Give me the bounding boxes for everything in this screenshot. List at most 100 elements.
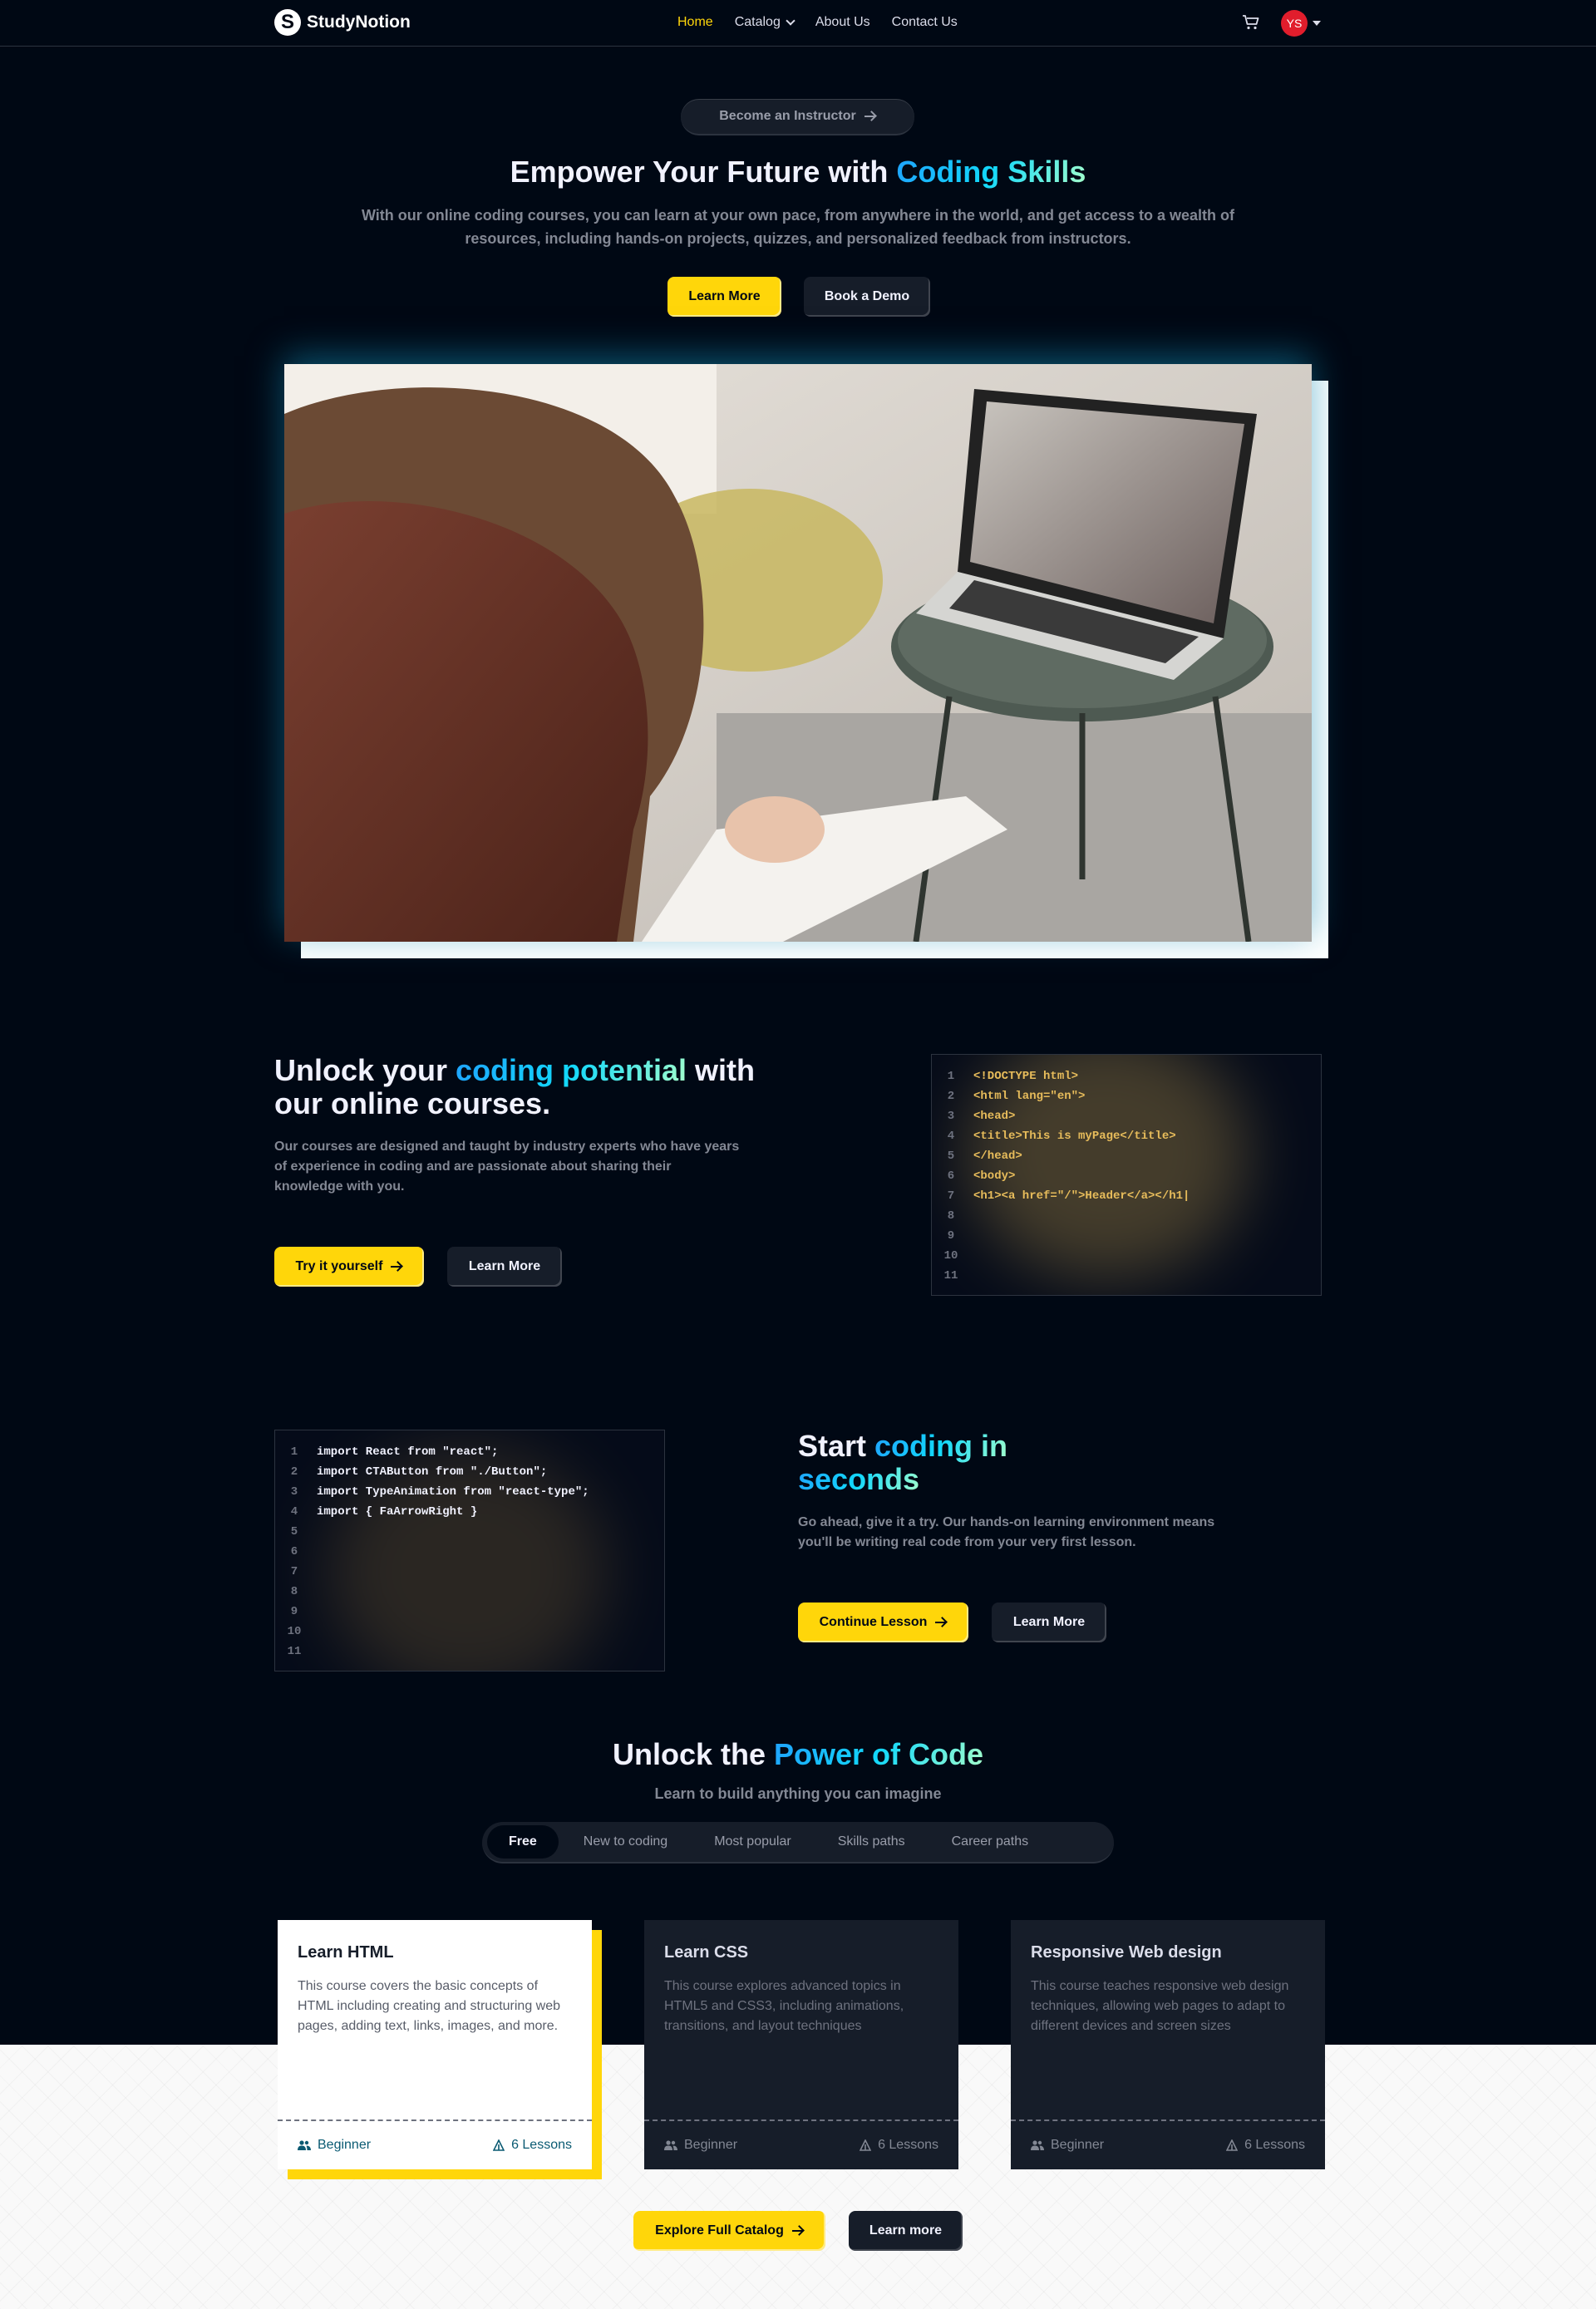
section2-title: Start coding in seconds — [798, 1430, 1147, 1496]
code-line: <html lang="en"> — [973, 1090, 1086, 1103]
logo-mark-icon: S — [274, 9, 301, 36]
nav-link-contact[interactable]: Contact Us — [892, 15, 958, 30]
avatar[interactable]: YS — [1281, 10, 1308, 37]
line-number: 3 — [290, 1485, 298, 1499]
line-number: 6 — [290, 1545, 298, 1558]
line-number: 9 — [947, 1229, 955, 1243]
lessons-tree-icon — [860, 2139, 872, 2151]
logo[interactable]: S StudyNotion — [274, 9, 411, 36]
line-number: 4 — [947, 1130, 955, 1143]
course-level-label: Beginner — [318, 2138, 372, 2152]
tab-new-to-coding[interactable]: New to coding — [562, 1825, 689, 1859]
course-card-description: This course explores advanced topics in … — [664, 1979, 904, 2033]
code-line-numbers: 1 2 3 4 5 6 7 8 9 10 11 — [940, 1066, 962, 1295]
tab-most-popular[interactable]: Most popular — [692, 1825, 813, 1859]
course-lessons-label: 6 Lessons — [878, 2138, 938, 2152]
become-instructor-button[interactable]: Become an Instructor — [681, 99, 914, 135]
code-line-numbers: 1 2 3 4 5 6 7 8 9 10 11 — [283, 1442, 305, 1671]
course-lessons-label: 6 Lessons — [511, 2138, 572, 2152]
section1-title-b: with — [687, 1053, 756, 1087]
line-number: 10 — [943, 1249, 958, 1263]
nav-link-about[interactable]: About Us — [815, 15, 870, 30]
course-lessons-label: 6 Lessons — [1244, 2138, 1305, 2152]
course-card-footer: Beginner 6 Lessons — [644, 2119, 958, 2169]
code-line: <h1><a href="/">Header</a></h1| — [973, 1189, 1190, 1203]
course-card-title: Learn HTML — [298, 1943, 394, 1962]
tab-skills-paths[interactable]: Skills paths — [816, 1825, 927, 1859]
hero-title-plain: Empower Your Future with — [510, 155, 897, 189]
book-demo-button[interactable]: Book a Demo — [804, 277, 930, 317]
line-number: 6 — [947, 1169, 955, 1183]
code-text: import React from "react"; import CTAButt… — [305, 1442, 589, 1671]
code-line: <body> — [973, 1169, 1016, 1183]
line-number: 1 — [947, 1070, 955, 1083]
course-lessons: 6 Lessons — [1226, 2138, 1305, 2153]
section2-title-a: Start — [798, 1429, 875, 1463]
section2-title-highlight2: seconds — [798, 1462, 920, 1496]
explore-catalog-button[interactable]: Explore Full Catalog — [633, 2211, 825, 2251]
nav-link-catalog[interactable]: Catalog — [734, 15, 796, 30]
course-card-footer: Beginner 6 Lessons — [1011, 2119, 1325, 2169]
section1-text: Our courses are designed and taught by i… — [274, 1140, 740, 1194]
code-line: import CTAButton from "./Button"; — [317, 1465, 548, 1479]
section1-learn-more-button[interactable]: Learn More — [447, 1247, 562, 1287]
line-number: 8 — [947, 1209, 955, 1223]
code-line: import { FaArrowRight } — [317, 1505, 478, 1519]
line-number: 7 — [947, 1189, 955, 1203]
hero-video[interactable] — [284, 364, 1312, 942]
nav-link-home[interactable]: Home — [677, 15, 713, 30]
power-subtitle: Learn to build anything you can imagine — [654, 1785, 942, 1802]
users-icon — [298, 2140, 311, 2150]
hero-learn-more-button[interactable]: Learn More — [667, 277, 781, 317]
line-number: 7 — [290, 1565, 298, 1578]
hero-subtitle: With our online coding courses, you can … — [361, 207, 1235, 247]
navbar: S StudyNotion Home Catalog About Us Cont… — [0, 0, 1596, 47]
course-card-footer: Beginner 6 Lessons — [278, 2119, 592, 2169]
line-number: 3 — [947, 1110, 955, 1123]
become-instructor-label: Become an Instructor — [719, 109, 856, 123]
chevron-down-icon — [786, 16, 796, 26]
lessons-tree-icon — [493, 2139, 505, 2151]
arrow-right-icon — [864, 111, 876, 121]
tab-career-paths[interactable]: Career paths — [930, 1825, 1051, 1859]
cart-icon[interactable] — [1242, 14, 1260, 31]
course-card-title: Learn CSS — [664, 1943, 749, 1962]
hero-title: Empower Your Future with Coding Skills — [0, 155, 1596, 190]
code-block-react: 1 2 3 4 5 6 7 8 9 10 11 import React from "react";… — [274, 1430, 665, 1671]
course-card-description: This course teaches responsive web desig… — [1031, 1979, 1289, 2033]
section1-title-c: our online courses. — [274, 1086, 551, 1120]
course-card-css[interactable]: Learn CSS This course explores advanced … — [644, 1920, 958, 2169]
course-lessons: 6 Lessons — [493, 2138, 572, 2153]
hero-title-highlight: Coding Skills — [896, 155, 1086, 189]
code-line: <title>This is myPage</title> — [973, 1130, 1176, 1143]
caret-down-icon[interactable] — [1313, 21, 1321, 26]
arrow-right-icon — [791, 2226, 804, 2236]
continue-lesson-button[interactable]: Continue Lesson — [798, 1603, 968, 1642]
course-level: Beginner — [298, 2138, 371, 2153]
course-level-label: Beginner — [1051, 2138, 1105, 2152]
course-card-responsive[interactable]: Responsive Web design This course teache… — [1011, 1920, 1325, 2169]
logo-text: StudyNotion — [307, 12, 411, 32]
catalog-learn-more-button[interactable]: Learn more — [849, 2211, 963, 2251]
code-line: </head> — [973, 1150, 1022, 1163]
users-icon — [1031, 2140, 1044, 2150]
explore-catalog-label: Explore Full Catalog — [655, 2223, 784, 2238]
section1-title-highlight: coding potential — [456, 1053, 687, 1087]
line-number: 11 — [287, 1645, 302, 1658]
line-number: 1 — [290, 1445, 298, 1459]
try-it-yourself-button[interactable]: Try it yourself — [274, 1247, 424, 1287]
section1-title: Unlock your coding potential with our on… — [274, 1054, 806, 1120]
continue-lesson-label: Continue Lesson — [819, 1615, 928, 1629]
tab-free[interactable]: Free — [487, 1825, 559, 1859]
course-card-html[interactable]: Learn HTML This course covers the basic … — [278, 1920, 592, 2169]
line-number: 11 — [943, 1269, 958, 1283]
section2-learn-more-button[interactable]: Learn More — [992, 1603, 1106, 1642]
nav-link-catalog-label: Catalog — [734, 15, 781, 29]
section1-title-a: Unlock your — [274, 1053, 456, 1087]
arrow-right-icon — [935, 1617, 947, 1627]
line-number: 8 — [290, 1585, 298, 1598]
hero-video-image — [284, 364, 1312, 942]
power-title-highlight: Power of Code — [774, 1737, 984, 1771]
course-level-label: Beginner — [684, 2138, 738, 2152]
course-card-description: This course covers the basic concepts of… — [298, 1979, 561, 2033]
